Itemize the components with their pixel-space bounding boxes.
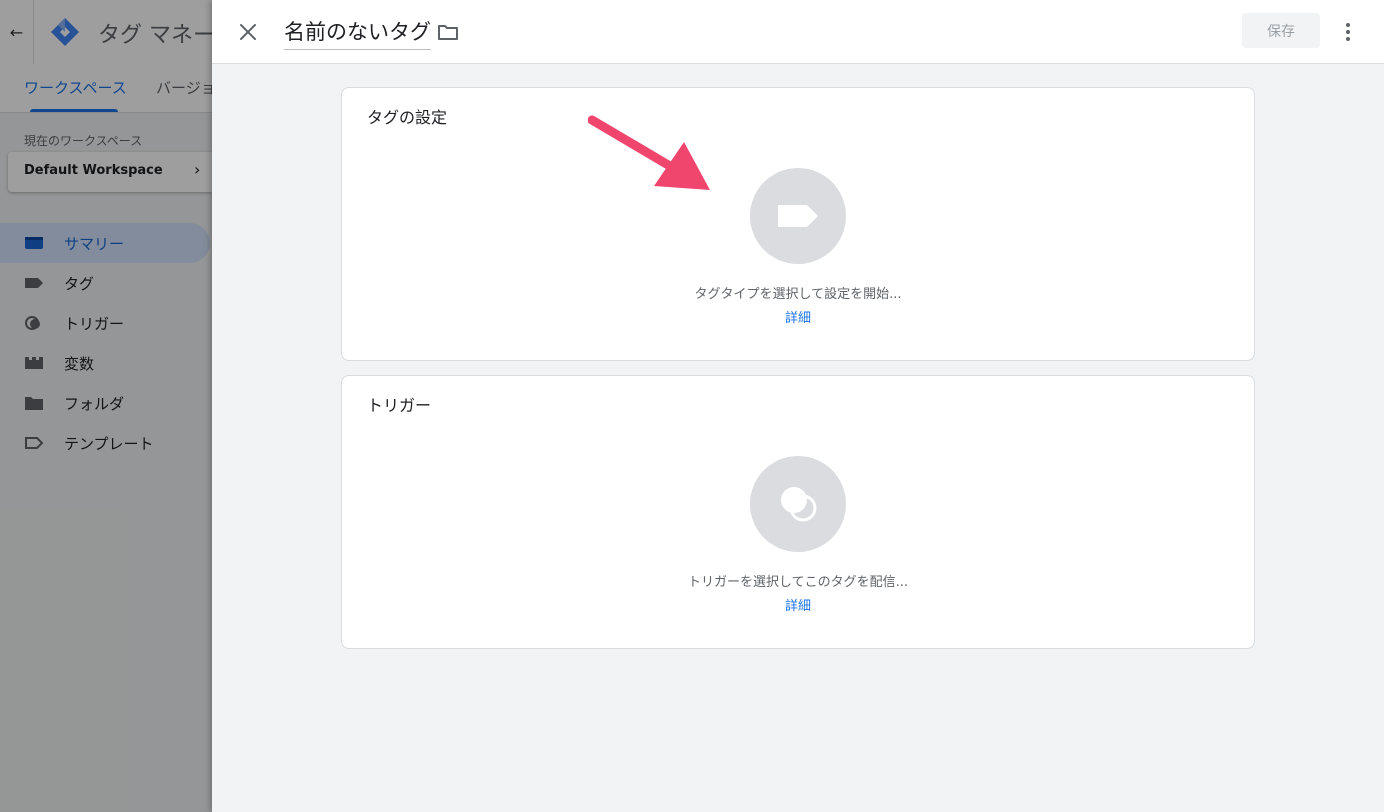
learn-more-link[interactable]: 詳細 [342,307,1254,326]
tag-name-field[interactable]: 名前のないタグ [284,16,431,50]
more-vert-icon[interactable] [1336,18,1360,46]
triggering-card: トリガー トリガーを選択してこのタグを配信... 詳細 [341,375,1255,649]
tag-configuration-title: タグの設定 [367,108,448,127]
tag-type-hint: タグタイプを選択して設定を開始... [694,287,902,302]
gtm-app-background: ← タグ マネー ワークスペース バージョ 現在のワークスペース Default… [0,0,216,812]
annotation-arrow-icon [588,115,710,190]
trigger-icon [781,487,817,522]
editor-toolbar: 名前のないタグ 保存 [212,0,1384,64]
close-icon[interactable] [234,18,262,46]
tag-configuration-card: タグの設定 タグタイプを選択して設定を開始... 詳細 [341,87,1255,361]
trigger-hint: トリガーを選択してこのタグを配信... [687,575,908,590]
tag-type-selector[interactable] [750,168,846,264]
modal-scrim[interactable] [0,0,212,812]
folder-icon[interactable] [436,20,460,44]
tag-icon [778,205,818,227]
tag-editor-panel: 名前のないタグ 保存 タグの設定 タグタイプを選択して設定を開始... 詳細 ト… [212,0,1384,812]
save-button[interactable]: 保存 [1242,13,1320,48]
triggering-title: トリガー [367,396,432,415]
learn-more-link[interactable]: 詳細 [342,595,1254,614]
trigger-selector[interactable] [750,456,846,552]
